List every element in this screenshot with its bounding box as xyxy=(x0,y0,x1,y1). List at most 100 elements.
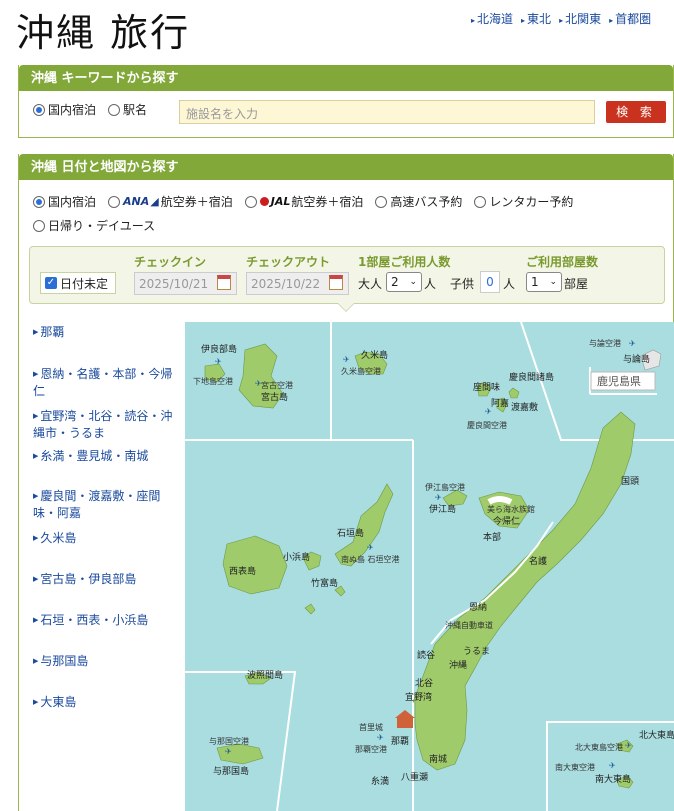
region-link-kitakanto[interactable]: ▸ 北関東 xyxy=(559,10,601,27)
option-ana-package[interactable]: ANA ◢ 航空券＋宿泊 xyxy=(108,193,233,210)
booking-type-row-2: 日帰り・デイユース xyxy=(33,217,167,234)
map-label-okinawa: 沖縄 xyxy=(449,659,467,671)
checkin-calendar-icon[interactable] xyxy=(217,275,231,290)
map-label-chatan: 北谷 xyxy=(415,678,433,689)
map-label-yonaguni-airport: 与那国空港 xyxy=(209,736,249,746)
option-domestic-stay[interactable]: 国内宿泊 xyxy=(33,193,96,210)
region-nav: ▸ 北海道 ▸ 東北 ▸ 北関東 ▸ 首都圏 xyxy=(471,10,651,27)
map-label-shimoji-airport: 下地島空港 xyxy=(193,376,233,386)
radio-domestic-stay[interactable] xyxy=(33,103,45,116)
region-link-shutoken[interactable]: ▸ 首都圏 xyxy=(609,10,651,27)
radio-station[interactable] xyxy=(108,103,121,116)
children-input[interactable]: 0 xyxy=(480,271,500,293)
keyword-panel-heading: 沖縄 キーワードから探す xyxy=(19,65,673,91)
region-link-tohoku[interactable]: ▸ 東北 xyxy=(521,10,551,27)
map-label-yonaguni: 与那国島 xyxy=(213,765,249,777)
option-rental-car[interactable]: レンタカー予約 xyxy=(474,193,573,210)
page: 沖縄 旅行 ▸ 北海道 ▸ 東北 ▸ 北関東 ▸ 首都圏 沖縄 キーワードから探す 国内… xyxy=(0,0,674,811)
svg-text:✈: ✈ xyxy=(225,747,232,756)
jal-logo: JAL xyxy=(270,195,291,208)
map-label-motobu: 本部 xyxy=(483,531,501,543)
map-label-ishigaki: 石垣島 xyxy=(337,527,364,539)
option-jal-package[interactable]: JAL 航空券＋宿泊 xyxy=(244,193,363,210)
area-link-daito[interactable]: ▶ 大東島 xyxy=(33,694,183,711)
page-title: 沖縄 旅行 xyxy=(16,11,191,55)
map-label-shuri: 首里城 xyxy=(359,722,383,732)
area-link-ishigaki[interactable]: ▶ 石垣・西表・小浜島 xyxy=(33,612,183,629)
map-label-iejima: 伊江島 xyxy=(429,503,456,515)
svg-text:✈: ✈ xyxy=(377,733,384,742)
area-link-miyako[interactable]: ▶ 宮古島・伊良部島 xyxy=(33,571,183,588)
search-button[interactable]: 検 索 xyxy=(606,101,666,123)
area-link-onna-nago[interactable]: ▶ 恩納・名護・本部・今帰仁 xyxy=(33,366,183,400)
date-map-search-panel: 沖縄 日付と地図から探す 国内宿泊 ANA ◢ 航空券＋宿泊 JAL 航空券＋宿泊 高… xyxy=(18,154,674,811)
map-label-aquarium: 美ら海水族館 xyxy=(487,504,535,514)
area-link-yonaguni[interactable]: ▶ 与那国島 xyxy=(33,653,183,670)
ana-wing-icon: ◢ xyxy=(150,195,159,208)
triangle-icon: ▶ xyxy=(33,657,39,665)
area-link-itoman[interactable]: ▶ 糸満・豊見城・南城 xyxy=(33,448,183,465)
date-guest-box: チェックイン チェックアウト 1部屋ご利用人数 ご利用部屋数 ✓ 日付未定 202… xyxy=(29,246,665,304)
jal-crane-icon xyxy=(259,197,269,206)
map-label-minamidaito-airport: 南大東空港 xyxy=(555,762,595,772)
svg-text:✈: ✈ xyxy=(625,741,632,750)
map-label-onna: 恩納 xyxy=(469,601,487,613)
option-day-use[interactable]: 日帰り・デイユース xyxy=(33,217,155,234)
map-label-hateruma: 波照間島 xyxy=(247,669,283,681)
map-label-kitadaito-airport: 北大東島空港 xyxy=(575,742,623,752)
triangle-icon: ▶ xyxy=(33,412,39,420)
area-link-ginowan[interactable]: ▶ 宜野湾・北谷・読谷・沖縄市・うるま xyxy=(33,408,183,442)
checkout-label: チェックアウト xyxy=(246,255,331,269)
map-label-uruma: うるま xyxy=(463,646,490,657)
facility-search-input[interactable]: 施設名を入力 xyxy=(179,100,595,124)
svg-text:✈: ✈ xyxy=(215,357,222,366)
radio-icon xyxy=(244,195,257,208)
map-label-taketomi: 竹富島 xyxy=(311,577,338,589)
aquarium-marker xyxy=(487,496,513,505)
map-label-minamidaito: 南大東島 xyxy=(595,773,631,785)
map-label-yoron-airport: 与論空港 xyxy=(589,338,621,348)
triangle-icon: ▶ xyxy=(33,370,39,378)
checkout-calendar-icon[interactable] xyxy=(329,275,343,290)
svg-text:✈: ✈ xyxy=(629,339,636,348)
radio-icon xyxy=(33,195,45,208)
triangle-icon: ▶ xyxy=(33,328,39,336)
rooms-select[interactable]: 1 ⌄ xyxy=(526,272,562,292)
date-undecided-checkbox[interactable]: ✓ 日付未定 xyxy=(40,272,116,294)
map-label-miyako-airport: 宮古空港 xyxy=(261,380,293,390)
region-link-hokkaido[interactable]: ▸ 北海道 xyxy=(471,10,513,27)
svg-text:✈: ✈ xyxy=(343,355,350,364)
map-label-nanjo: 南城 xyxy=(429,753,447,765)
booking-type-row: 国内宿泊 ANA ◢ 航空券＋宿泊 JAL 航空券＋宿泊 高速バス予約 レンタカー予約 xyxy=(33,193,585,210)
map-label-tokashiki: 渡嘉敷 xyxy=(511,401,538,413)
map-label-nago: 名護 xyxy=(529,555,547,567)
map-label-yaese: 八重瀬 xyxy=(401,771,428,783)
area-link-naha[interactable]: ▶ 那覇 xyxy=(33,324,183,341)
triangle-icon: ▶ xyxy=(33,575,39,583)
okinawa-map[interactable]: ✈ ✈ ✈ ✈ ✈ ✈ ✈ ✈ ✈ ✈ ✈ 伊良部島 下地島空港 宮古空港 宮古… xyxy=(185,322,674,811)
area-link-kerama[interactable]: ▶ 慶良間・渡嘉敷・座間味・阿嘉 xyxy=(33,488,183,522)
radio-icon xyxy=(474,195,487,208)
map-label-naha: 那覇 xyxy=(391,736,409,747)
triangle-icon: ▶ xyxy=(33,492,39,500)
map-label-kagoshima: 鹿児島県 xyxy=(597,374,641,388)
children-unit: 人 xyxy=(503,277,516,291)
adults-select[interactable]: 2 ⌄ xyxy=(386,272,422,292)
triangle-icon: ▶ xyxy=(33,698,39,706)
keyword-option-row: 国内宿泊 駅名 xyxy=(33,101,147,118)
map-label-irabu: 伊良部島 xyxy=(201,343,237,355)
date-panel-heading: 沖縄 日付と地図から探す xyxy=(19,154,673,180)
map-label-iejima-airport: 伊江島空港 xyxy=(425,482,465,492)
area-link-kume[interactable]: ▶ 久米島 xyxy=(33,530,183,547)
map-label-miyako: 宮古島 xyxy=(261,391,288,403)
option-highway-bus[interactable]: 高速バス予約 xyxy=(375,193,462,210)
map-label-nakijin: 今帰仁 xyxy=(493,515,520,527)
triangle-icon: ▶ xyxy=(33,452,39,460)
map-label-kerama-airport: 慶良間空港 xyxy=(467,420,507,430)
svg-text:✈: ✈ xyxy=(609,761,616,770)
map-label-iriomote: 西表島 xyxy=(229,565,256,577)
map-label-aka: 阿嘉 xyxy=(491,397,509,409)
rooms-unit: 部屋 xyxy=(564,277,589,291)
map-label-kume-airport: 久米島空港 xyxy=(341,366,381,376)
radio-icon xyxy=(33,219,45,232)
